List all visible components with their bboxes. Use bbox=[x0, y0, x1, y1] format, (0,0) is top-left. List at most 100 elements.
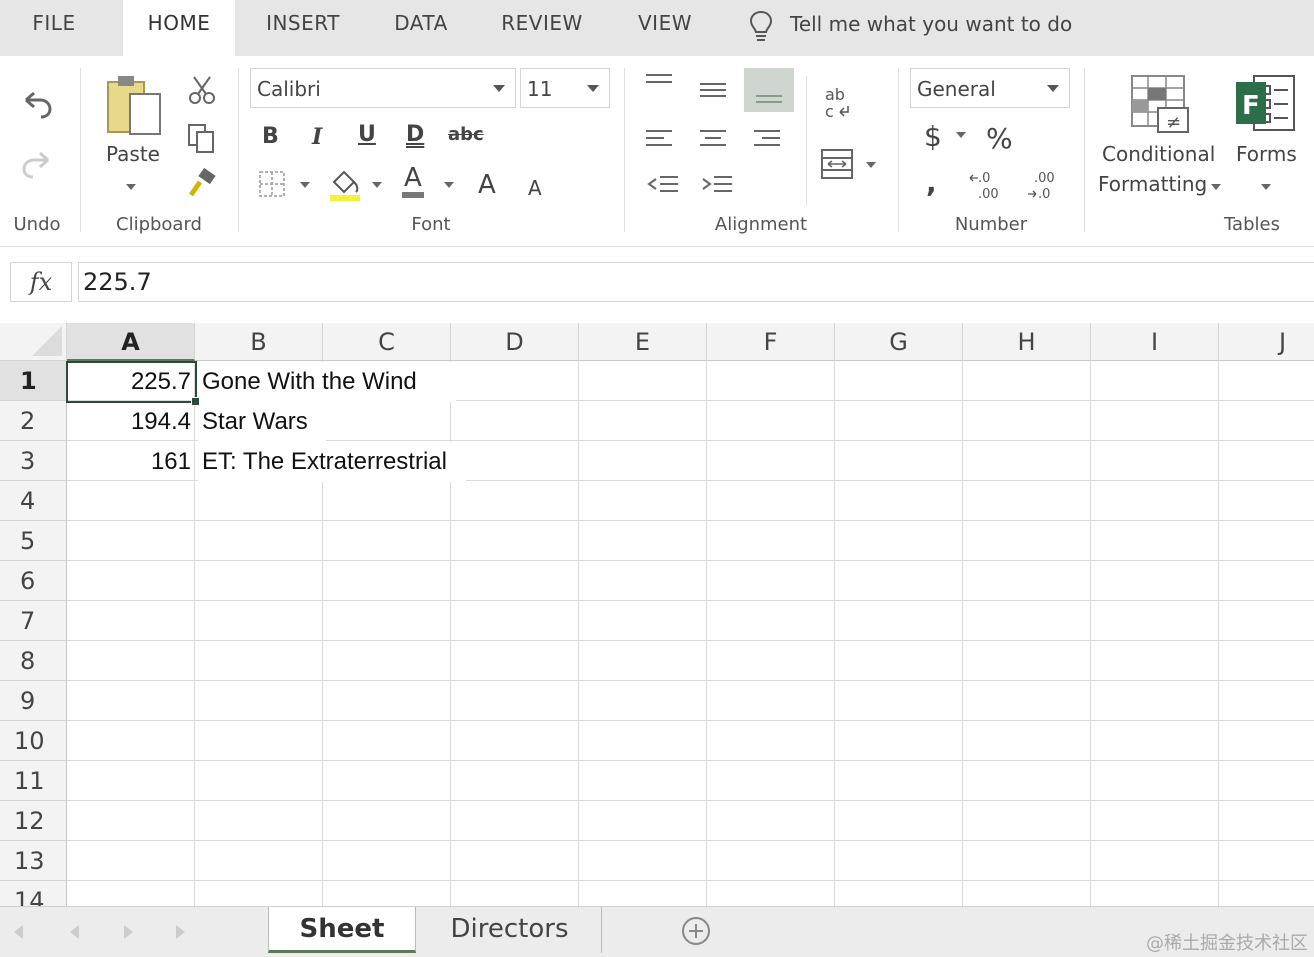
tab-data[interactable]: DATA bbox=[384, 0, 458, 56]
row-header-11[interactable]: 11 bbox=[0, 761, 67, 801]
font-size-select[interactable]: 11 bbox=[520, 68, 610, 108]
row-header-14[interactable]: 14 bbox=[0, 881, 67, 906]
number-format-select[interactable]: General bbox=[910, 68, 1070, 108]
row-header-9[interactable]: 9 bbox=[0, 681, 67, 721]
conditional-formatting-icon[interactable]: ≠ bbox=[1128, 72, 1194, 138]
conditional-formatting-label[interactable]: Conditional bbox=[1102, 142, 1215, 166]
last-sheet-icon[interactable] bbox=[176, 925, 185, 939]
fill-color-dropdown-icon[interactable] bbox=[372, 182, 382, 188]
row-header-13[interactable]: 13 bbox=[0, 841, 67, 881]
increase-indent-icon[interactable] bbox=[700, 174, 734, 198]
strikethrough-button[interactable]: abc bbox=[448, 124, 484, 145]
undo-icon[interactable] bbox=[20, 90, 54, 120]
underline-button[interactable]: U bbox=[358, 122, 376, 147]
previous-sheet-icon[interactable] bbox=[70, 925, 79, 939]
bold-button[interactable]: B bbox=[262, 124, 279, 149]
row-header-7[interactable]: 7 bbox=[0, 601, 67, 641]
italic-button[interactable]: I bbox=[312, 124, 322, 150]
paste-dropdown-icon[interactable] bbox=[126, 184, 136, 190]
gridline-horizontal bbox=[67, 640, 1314, 641]
column-header-D[interactable]: D bbox=[451, 323, 579, 361]
format-painter-icon[interactable] bbox=[186, 168, 218, 200]
borders-icon[interactable] bbox=[258, 170, 286, 198]
decrease-decimal-icon[interactable]: .00 .0 bbox=[1024, 168, 1060, 202]
font-color-button[interactable]: A bbox=[402, 164, 424, 198]
chevron-down-icon bbox=[493, 85, 505, 92]
column-header-H[interactable]: H bbox=[963, 323, 1091, 361]
conditional-formatting-dropdown-icon[interactable] bbox=[1211, 184, 1221, 190]
row-header-6[interactable]: 6 bbox=[0, 561, 67, 601]
align-center-icon[interactable] bbox=[698, 128, 728, 152]
merge-dropdown-icon[interactable] bbox=[866, 162, 876, 168]
formula-bar: fx 225.7 bbox=[0, 262, 1314, 304]
align-top-icon[interactable] bbox=[644, 72, 674, 92]
column-header-C[interactable]: C bbox=[323, 323, 451, 361]
tell-me-search[interactable]: Tell me what you want to do bbox=[746, 0, 1072, 48]
column-header-G[interactable]: G bbox=[835, 323, 963, 361]
font-name-select[interactable]: Calibri bbox=[250, 68, 516, 108]
comma-style-button[interactable]: , bbox=[926, 166, 937, 199]
align-middle-icon[interactable] bbox=[698, 80, 728, 100]
cell-B2[interactable]: Star Wars bbox=[198, 402, 326, 442]
paste-icon[interactable] bbox=[104, 74, 164, 138]
add-sheet-icon[interactable] bbox=[682, 917, 710, 945]
gridline-horizontal bbox=[67, 760, 1314, 761]
cell-B1[interactable]: Gone With the Wind bbox=[198, 362, 456, 402]
column-header-F[interactable]: F bbox=[707, 323, 835, 361]
row-header-12[interactable]: 12 bbox=[0, 801, 67, 841]
merge-center-icon[interactable] bbox=[820, 148, 856, 180]
spreadsheet-grid[interactable]: ABCDEFGHIJ 1 2 3 4 5 6 7 8 9 10 11 12 13 14 Gone With… bbox=[0, 323, 1314, 906]
forms-dropdown-icon[interactable] bbox=[1261, 184, 1271, 190]
conditional-formatting-label-2[interactable]: Formatting bbox=[1098, 172, 1207, 196]
cell-A3[interactable]: 161 bbox=[67, 442, 195, 482]
cell-A2[interactable]: 194.4 bbox=[67, 402, 195, 442]
tab-file[interactable]: FILE bbox=[18, 0, 90, 56]
currency-dropdown-icon[interactable] bbox=[956, 132, 966, 138]
select-all-button[interactable] bbox=[0, 323, 67, 361]
tab-home[interactable]: HOME bbox=[123, 0, 235, 56]
row-header-4[interactable]: 4 bbox=[0, 481, 67, 521]
tab-review[interactable]: REVIEW bbox=[494, 0, 590, 56]
fill-color-icon[interactable] bbox=[328, 166, 362, 202]
tab-view[interactable]: VIEW bbox=[628, 0, 702, 56]
increase-font-size-button[interactable]: A bbox=[478, 170, 496, 200]
row-header-1[interactable]: 1 bbox=[0, 361, 67, 401]
column-header-A[interactable]: A bbox=[67, 323, 195, 361]
row-header-3[interactable]: 3 bbox=[0, 441, 67, 481]
wrap-text-icon[interactable]: ab c bbox=[822, 84, 856, 124]
redo-icon[interactable] bbox=[20, 150, 54, 180]
currency-button[interactable]: $ bbox=[924, 120, 942, 153]
borders-dropdown-icon[interactable] bbox=[300, 182, 310, 188]
row-header-2[interactable]: 2 bbox=[0, 401, 67, 441]
percent-button[interactable]: % bbox=[986, 122, 1013, 155]
active-cell-selection[interactable] bbox=[66, 361, 200, 406]
column-header-J[interactable]: J bbox=[1219, 323, 1314, 361]
first-sheet-icon[interactable] bbox=[14, 925, 23, 939]
next-sheet-icon[interactable] bbox=[124, 925, 133, 939]
double-underline-button[interactable]: D bbox=[406, 122, 424, 147]
align-left-icon[interactable] bbox=[644, 128, 674, 152]
formula-input[interactable]: 225.7 bbox=[78, 262, 1314, 302]
row-header-10[interactable]: 10 bbox=[0, 721, 67, 761]
column-header-I[interactable]: I bbox=[1091, 323, 1219, 361]
align-bottom-button[interactable] bbox=[744, 68, 794, 112]
column-header-E[interactable]: E bbox=[579, 323, 707, 361]
row-header-5[interactable]: 5 bbox=[0, 521, 67, 561]
paste-label[interactable]: Paste bbox=[106, 142, 160, 166]
cell-B3[interactable]: ET: The Extraterrestrial bbox=[198, 442, 466, 482]
font-color-dropdown-icon[interactable] bbox=[444, 182, 454, 188]
copy-icon[interactable] bbox=[186, 122, 218, 154]
column-header-B[interactable]: B bbox=[195, 323, 323, 361]
insert-function-button[interactable]: fx bbox=[10, 262, 72, 302]
cut-icon[interactable] bbox=[186, 74, 218, 106]
forms-label[interactable]: Forms bbox=[1236, 142, 1297, 166]
decrease-indent-icon[interactable] bbox=[646, 174, 680, 198]
increase-decimal-icon[interactable]: .0 .00 bbox=[968, 168, 1004, 202]
tab-insert[interactable]: INSERT bbox=[258, 0, 348, 56]
row-header-8[interactable]: 8 bbox=[0, 641, 67, 681]
sheet-tab-directors[interactable]: Directors bbox=[418, 907, 602, 953]
sheet-tab-sheet[interactable]: Sheet bbox=[268, 907, 416, 953]
forms-icon[interactable]: F bbox=[1234, 72, 1300, 136]
align-right-icon[interactable] bbox=[752, 128, 782, 152]
decrease-font-size-button[interactable]: A bbox=[528, 176, 542, 200]
